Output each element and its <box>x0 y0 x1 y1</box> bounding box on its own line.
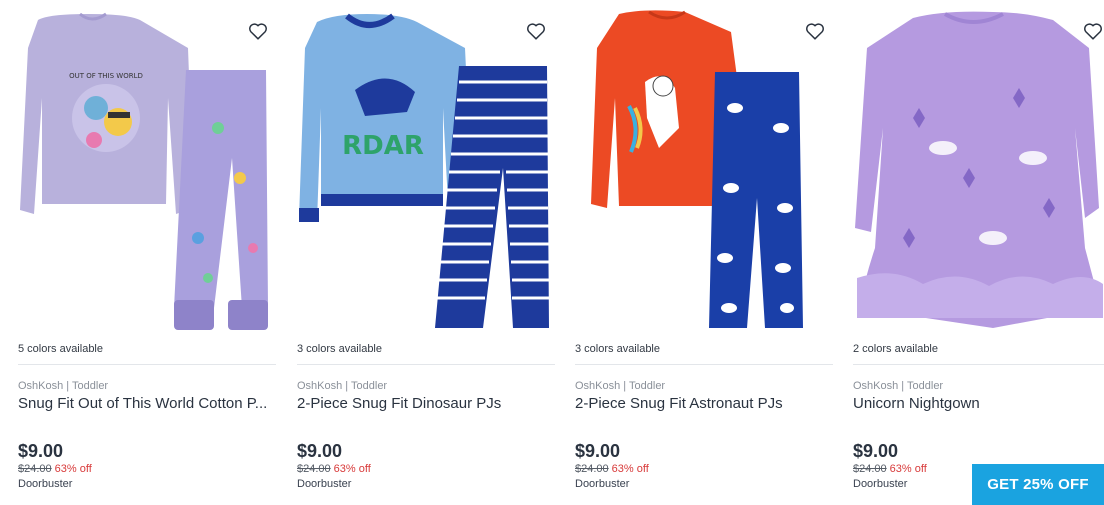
favorite-heart-icon[interactable] <box>247 20 269 42</box>
brand-label: OshKosh | Toddler <box>853 380 944 392</box>
blue-dinosaur-pajamas-image[interactable]: RDAR <box>297 8 555 338</box>
sale-price: $9.00 <box>853 441 899 461</box>
sale-price: $9.00 <box>297 441 343 461</box>
brand-label: OshKosh | Toddler <box>575 380 666 392</box>
product-title[interactable]: Snug Fit Out of This World Cotton P... <box>18 395 276 412</box>
sale-price: $9.00 <box>18 441 64 461</box>
product-title[interactable]: 2-Piece Snug Fit Astronaut PJs <box>575 395 833 412</box>
discount-label: 63% off <box>54 463 92 475</box>
doorbuster-badge: Doorbuster <box>18 478 73 490</box>
doorbuster-badge: Doorbuster <box>575 478 630 490</box>
brand-label: OshKosh | Toddler <box>18 380 109 392</box>
divider <box>18 364 276 365</box>
favorite-heart-icon[interactable] <box>525 20 547 42</box>
favorite-heart-icon[interactable] <box>804 20 826 42</box>
sale-price: $9.00 <box>575 441 621 461</box>
discount-label: 63% off <box>333 463 371 475</box>
divider <box>853 364 1104 365</box>
original-price: $24.00 <box>853 463 887 475</box>
brand-label: OshKosh | Toddler <box>297 380 388 392</box>
colors-available: 3 colors available <box>575 343 660 355</box>
price-details: $24.00 63% off <box>575 463 649 475</box>
product-card-dinosaur-pajamas[interactable]: RDAR 3 colors available OshKosh | Toddle… <box>297 0 555 505</box>
product-title[interactable]: Unicorn Nightgown <box>853 395 1104 412</box>
colors-available: 2 colors available <box>853 343 938 355</box>
colors-available: 5 colors available <box>18 343 103 355</box>
original-price: $24.00 <box>18 463 52 475</box>
price-details: $24.00 63% off <box>18 463 92 475</box>
original-price: $24.00 <box>575 463 609 475</box>
price-details: $24.00 63% off <box>853 463 927 475</box>
colors-available: 3 colors available <box>297 343 382 355</box>
shirt-print-text: OUT OF THIS WORLD <box>69 72 143 80</box>
product-card-space-pajamas[interactable]: OUT OF THIS WORLD 5 colors available Osh… <box>18 0 276 505</box>
product-title[interactable]: 2-Piece Snug Fit Dinosaur PJs <box>297 395 555 412</box>
original-price: $24.00 <box>297 463 331 475</box>
divider <box>297 364 555 365</box>
product-card-unicorn-nightgown[interactable]: 2 colors available OshKosh | Toddler Uni… <box>853 0 1104 505</box>
orange-astronaut-pajamas-image[interactable] <box>575 8 833 338</box>
purple-unicorn-nightgown-image[interactable] <box>853 8 1104 338</box>
divider <box>575 364 833 365</box>
price-details: $24.00 63% off <box>297 463 371 475</box>
doorbuster-badge: Doorbuster <box>297 478 352 490</box>
purple-space-pajamas-image[interactable]: OUT OF THIS WORLD <box>18 8 276 338</box>
product-grid: OUT OF THIS WORLD 5 colors available Osh… <box>0 0 1104 505</box>
get-discount-promo-button[interactable]: GET 25% OFF <box>972 464 1104 505</box>
doorbuster-badge: Doorbuster <box>853 478 908 490</box>
shirt-print-text: RDAR <box>342 131 424 161</box>
favorite-heart-icon[interactable] <box>1082 20 1104 42</box>
discount-label: 63% off <box>611 463 649 475</box>
discount-label: 63% off <box>889 463 927 475</box>
product-card-astronaut-pajamas[interactable]: 3 colors available OshKosh | Toddler 2-P… <box>575 0 833 505</box>
